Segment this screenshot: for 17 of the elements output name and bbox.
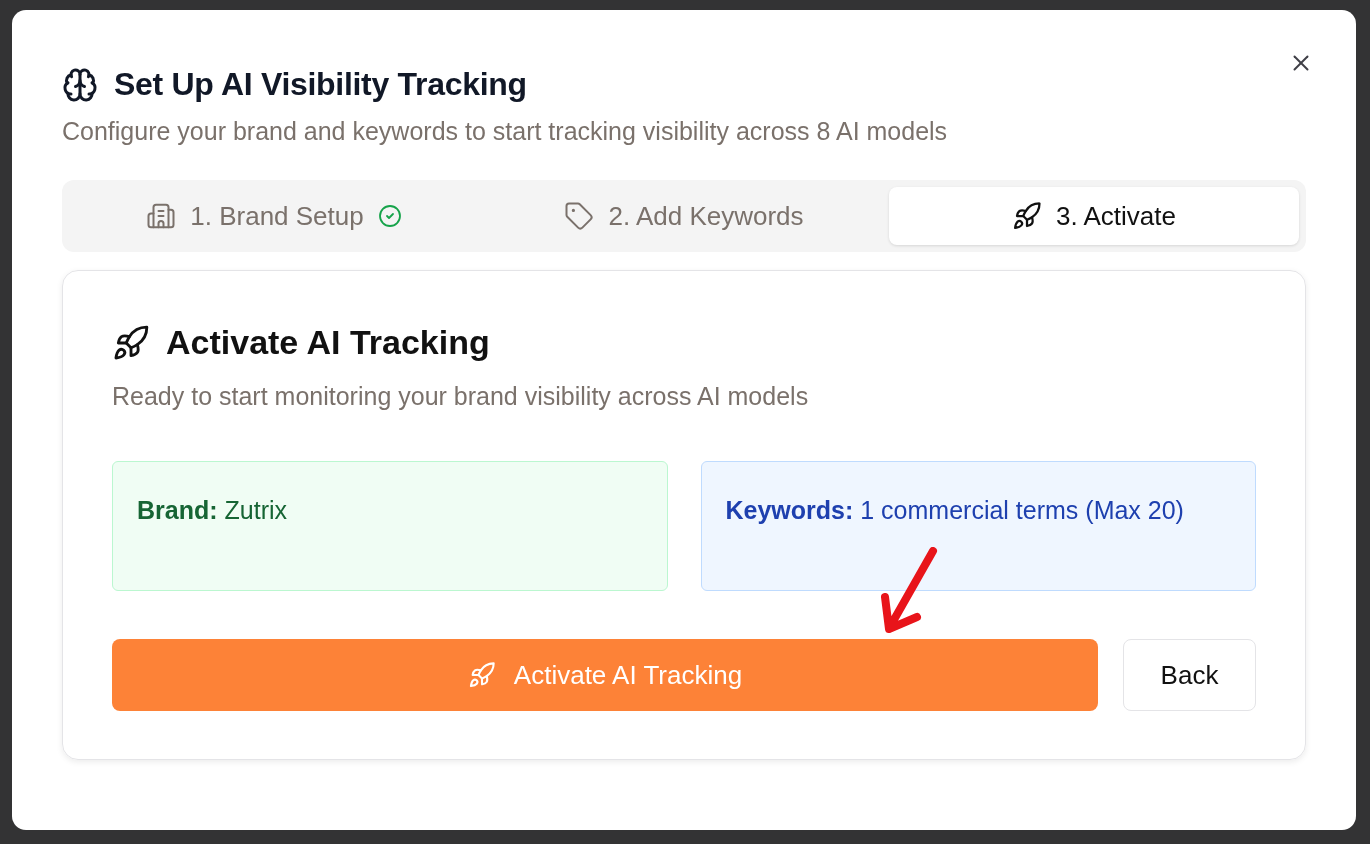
dialog-title: Set Up AI Visibility Tracking xyxy=(114,66,527,103)
rocket-icon xyxy=(467,661,496,689)
step-tab[interactable]: 1. Brand Setup xyxy=(69,187,479,245)
brain-icon xyxy=(62,66,98,103)
brand-summary: Brand: Zutrix xyxy=(112,461,668,591)
step-tab[interactable]: 3. Activate xyxy=(889,187,1299,245)
dialog-subtitle: Configure your brand and keywords to start tracking visibility across 8 AI models xyxy=(62,117,949,146)
activate-button[interactable]: Activate AI Tracking xyxy=(112,639,1098,711)
card-description: Ready to start monitoring your brand visibility across AI models xyxy=(112,382,810,411)
building-icon xyxy=(146,201,177,231)
rocket-icon xyxy=(1012,201,1042,231)
keywords-summary: Keywords: 1 commercial terms (Max 20) xyxy=(700,461,1256,591)
rocket-icon xyxy=(112,323,150,362)
tag-icon xyxy=(564,201,595,231)
back-button[interactable]: Back xyxy=(1123,639,1256,711)
card-title: Activate AI Tracking xyxy=(166,323,490,362)
step-tab[interactable]: 2. Add Keywords xyxy=(479,187,889,245)
